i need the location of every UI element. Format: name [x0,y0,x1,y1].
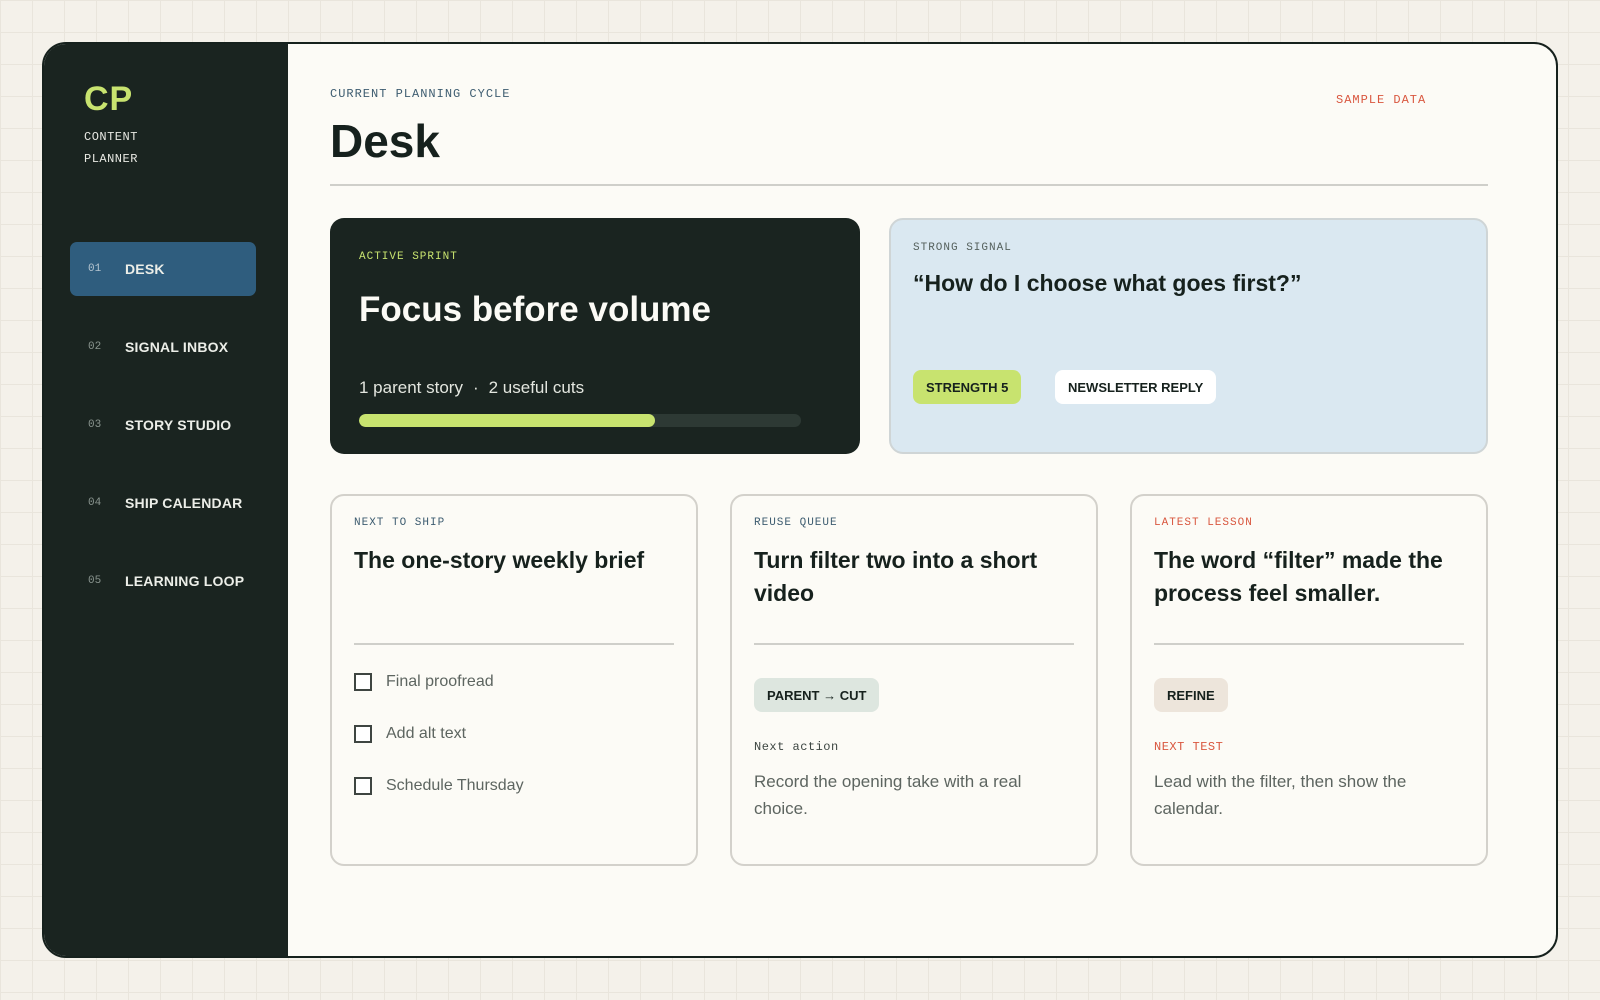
checklist-item-add-alt-text[interactable]: Add alt text [354,725,466,743]
card-heading: Turn filter two into a short video [754,547,1038,606]
nav-label: STORY STUDIO [125,417,232,433]
nav-number: 01 [88,263,102,275]
sidebar-item-signal-inbox[interactable]: 02 SIGNAL INBOX [70,320,256,374]
card-divider [754,643,1074,645]
sprint-parent-count: 1 parent story [359,378,463,397]
sprint-progress-fill [359,414,656,427]
sidebar-item-ship-calendar[interactable]: 04 SHIP CALENDAR [70,476,256,530]
nav-number: 04 [88,497,102,509]
refine-tag: REFINE [1154,678,1228,712]
active-sprint-card[interactable]: ACTIVE SPRINT Focus before volume 1 pare… [330,218,860,454]
nav-label: LEARNING LOOP [125,573,245,589]
parent-cut-tag: PARENT → CUT [754,678,880,712]
nav-label: DESK [125,261,165,277]
meta-separator: · [472,378,479,397]
checklist-label: Add alt text [386,725,467,742]
checklist-label: Final proofread [386,673,494,690]
checklist-item-schedule-thursday[interactable]: Schedule Thursday [354,777,524,795]
card-label: LATEST LESSON [1154,517,1253,529]
next-test-label: NEXT TEST [1154,740,1224,754]
main-content: CURRENT PLANNING CYCLE SAMPLE DATA Desk … [288,44,1556,956]
sidebar-item-learning-loop[interactable]: 05 LEARNING LOOP [70,554,256,608]
checkbox[interactable] [354,777,372,795]
checkbox[interactable] [354,725,372,743]
logo: CP [84,80,134,118]
next-action-label: Next action [754,740,839,754]
card-heading: The one-story weekly brief [354,547,645,573]
logo-subtitle-line-1: CONTENT [84,130,138,144]
app-window: CP CONTENT PLANNER 01 DESK 02 SIGNAL INB… [42,42,1558,958]
sprint-progress-bar [359,414,801,427]
nav-label: SHIP CALENDAR [125,495,243,511]
nav-number: 05 [88,575,102,587]
sample-data-label: SAMPLE DATA [1336,93,1427,107]
source-badge: NEWSLETTER REPLY [1055,370,1217,404]
next-test-text: Lead with the filter, then show the cale… [1154,772,1407,818]
sidebar-item-desk[interactable]: 01 DESK [70,242,256,296]
sprint-meta: 1 parent story · 2 useful cuts [359,378,584,398]
nav-number: 02 [88,341,102,353]
nav-label: SIGNAL INBOX [125,339,229,355]
sidebar-item-story-studio[interactable]: 03 STORY STUDIO [70,398,256,452]
header-divider [330,184,1488,186]
logo-subtitle-line-2: PLANNER [84,152,138,166]
checkbox[interactable] [354,673,372,691]
card-heading: The word “filter” made the process feel … [1154,547,1443,606]
signal-label: STRONG SIGNAL [913,242,1012,254]
strong-signal-card[interactable]: STRONG SIGNAL “How do I choose what goes… [889,218,1488,454]
next-action-text: Record the opening take with a real choi… [754,772,1022,818]
card-divider [354,643,674,645]
sidebar: CP CONTENT PLANNER 01 DESK 02 SIGNAL INB… [44,44,288,956]
card-divider [1154,643,1464,645]
nav-number: 03 [88,419,102,431]
reuse-queue-card[interactable]: REUSE QUEUE Turn filter two into a short… [730,494,1098,866]
card-label: NEXT TO SHIP [354,517,446,529]
card-label: REUSE QUEUE [754,517,838,529]
logo-subtitle: CONTENT PLANNER [84,126,138,170]
signal-quote: “How do I choose what goes first?” [913,270,1302,296]
sidebar-nav: 01 DESK 02 SIGNAL INBOX 03 STORY STUDIO … [70,242,256,632]
checklist-item-final-proofread[interactable]: Final proofread [354,673,494,691]
sprint-cut-count: 2 useful cuts [488,378,585,397]
checklist-label: Schedule Thursday [386,777,524,794]
next-to-ship-card[interactable]: NEXT TO SHIP The one-story weekly brief … [330,494,698,866]
page-eyebrow: CURRENT PLANNING CYCLE [330,87,511,101]
strength-badge: STRENGTH 5 [913,370,1022,404]
sprint-label: ACTIVE SPRINT [359,251,458,263]
latest-lesson-card[interactable]: LATEST LESSON The word “filter” made the… [1130,494,1488,866]
sprint-heading: Focus before volume [359,290,712,329]
page-title: Desk [330,115,440,167]
